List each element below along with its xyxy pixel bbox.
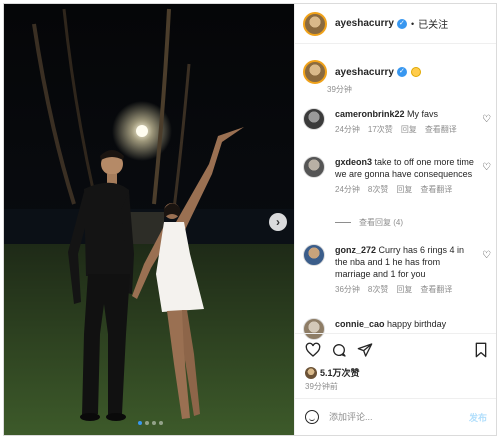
post-comment-button[interactable]: 发布 (469, 411, 487, 424)
comment-likes[interactable]: 17次赞 (368, 124, 393, 136)
comment-text: My favs (407, 109, 439, 119)
translate-button[interactable]: 查看翻译 (425, 124, 457, 136)
action-bar: 5.1万次赞 39分钟前 (295, 333, 496, 393)
comment-username[interactable]: gonz_272 (335, 245, 376, 255)
photo-scene (4, 4, 294, 435)
view-replies-label: 查看回复 (4) (359, 218, 403, 227)
comment-time: 36分钟 (335, 285, 360, 294)
post-sidebar: ayeshacurry ✓ • 已关注 ayeshacurry ✓ 39分钟 c… (294, 4, 496, 435)
comment-likes[interactable]: 8次赞 (368, 184, 388, 196)
post-modal: › ayeshacurry ✓ • 已关注 ayeshacurry ✓ 39分钟 (3, 3, 497, 436)
author-avatar[interactable] (303, 11, 327, 36)
translate-button[interactable]: 查看翻译 (420, 184, 452, 196)
separator-dot: • (410, 18, 415, 29)
comment-like-heart-icon[interactable]: ♡ (482, 250, 491, 261)
verified-icon: ✓ (396, 18, 407, 29)
comment-likes[interactable]: 8次赞 (368, 284, 388, 296)
post-photo[interactable]: › (4, 4, 294, 435)
caption-username[interactable]: ayeshacurry (335, 67, 394, 78)
author-avatar[interactable] (303, 60, 327, 84)
follow-status-button[interactable]: 已关注 (418, 16, 448, 31)
commenter-avatar[interactable] (303, 108, 325, 130)
divider-line (335, 222, 351, 223)
commenter-avatar[interactable] (303, 156, 325, 178)
comment-text: happy birthday (387, 319, 447, 329)
comment-time: 24分钟 (335, 125, 360, 134)
caption-time: 39分钟 (327, 85, 352, 94)
likes-label: 5.1万次赞 (320, 368, 360, 378)
comment-like-heart-icon[interactable]: ♡ (482, 162, 491, 173)
carousel-dot (145, 421, 149, 425)
add-comment-bar: 发布 (295, 398, 496, 435)
view-replies-button[interactable]: 查看回复 (4) (335, 217, 403, 228)
emoji-icon[interactable] (305, 410, 319, 424)
post-caption: ayeshacurry ✓ (303, 60, 493, 84)
bookmark-icon[interactable] (473, 342, 489, 358)
comment-input[interactable] (329, 412, 469, 422)
heart-icon[interactable] (305, 342, 321, 358)
comment-time: 24分钟 (335, 185, 360, 194)
reply-button[interactable]: 回复 (396, 284, 412, 296)
next-arrow-icon[interactable]: › (269, 213, 287, 231)
smiley-emoji-icon (410, 67, 421, 77)
post-header: ayeshacurry ✓ • 已关注 (295, 4, 496, 44)
translate-button[interactable]: 查看翻译 (420, 284, 452, 296)
carousel-dot (152, 421, 156, 425)
carousel-dot (138, 421, 142, 425)
comment-username[interactable]: cameronbrink22 (335, 109, 405, 119)
post-timestamp: 39分钟前 (305, 382, 338, 391)
comment-like-heart-icon[interactable]: ♡ (482, 114, 491, 125)
likes-count[interactable]: 5.1万次赞 (305, 366, 360, 379)
commenter-avatar[interactable] (303, 244, 325, 266)
carousel-dot (159, 421, 163, 425)
reply-button[interactable]: 回复 (401, 124, 417, 136)
share-icon[interactable] (357, 342, 373, 358)
carousel-dots (138, 421, 163, 425)
comment-icon[interactable] (331, 342, 347, 358)
comment-username[interactable]: gxdeon3 (335, 157, 372, 167)
verified-icon: ✓ (396, 67, 407, 77)
liker-avatar (305, 366, 317, 379)
comment-username[interactable]: connie_cao (335, 319, 385, 329)
author-username[interactable]: ayeshacurry (335, 18, 394, 29)
reply-button[interactable]: 回复 (396, 184, 412, 196)
